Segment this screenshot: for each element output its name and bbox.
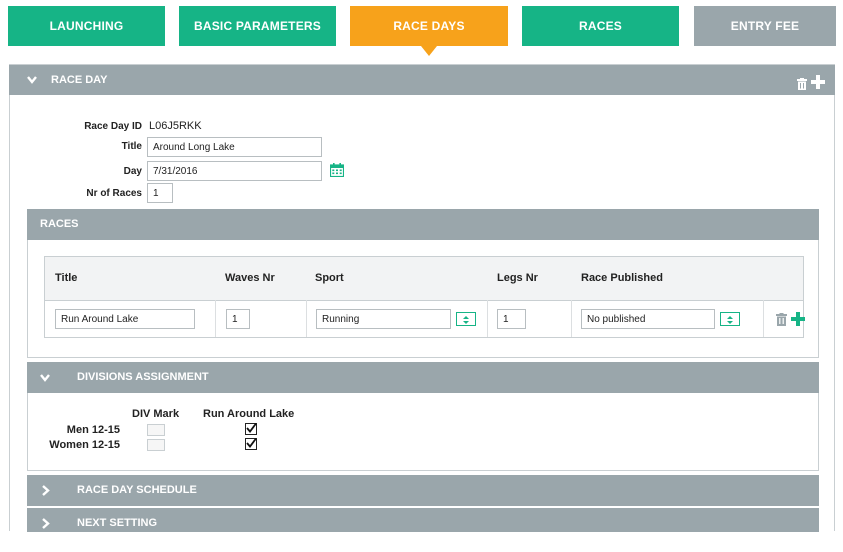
col-waves-nr: Waves Nr: [225, 272, 275, 284]
col-divider: [215, 300, 216, 337]
races-table-header: [45, 257, 803, 301]
race-title-input[interactable]: [55, 309, 195, 329]
race-assign-checkbox[interactable]: [245, 422, 257, 435]
col-legs-nr: Legs Nr: [497, 272, 538, 284]
col-sport: Sport: [315, 272, 344, 284]
calendar-icon[interactable]: [329, 163, 345, 182]
delete-race-day-icon[interactable]: [797, 72, 807, 102]
races-table: Title Waves Nr Sport Legs Nr Race Publis…: [44, 256, 805, 338]
title-input[interactable]: [147, 137, 322, 157]
day-input[interactable]: [147, 161, 322, 181]
race-day-schedule-header[interactable]: RACE DAY SCHEDULE: [27, 475, 819, 506]
tab-race-days-label: RACE DAYS: [393, 19, 465, 33]
title-label: Title: [121, 141, 142, 152]
div-mark-header: DIV Mark: [132, 408, 180, 420]
col-race-published: Race Published: [581, 272, 663, 284]
race-day-panel: RACE DAY Race Day ID L06J5RKK Title Day …: [9, 64, 835, 532]
delete-race-icon[interactable]: [776, 313, 787, 331]
race-column-header: Run Around Lake: [203, 408, 295, 420]
race-day-schedule-title: RACE DAY SCHEDULE: [77, 484, 197, 496]
div-mark-box[interactable]: [147, 439, 165, 451]
races-body: Title Waves Nr Sport Legs Nr Race Publis…: [27, 240, 819, 358]
chevron-down-icon[interactable]: [26, 65, 38, 108]
col-divider: [306, 300, 307, 337]
next-setting-header[interactable]: NEXT SETTING: [27, 508, 819, 532]
col-divider: [571, 300, 572, 337]
col-divider: [487, 300, 488, 337]
divisions-header[interactable]: DIVISIONS ASSIGNMENT: [27, 362, 819, 393]
step-tabs: LAUNCHING BASIC PARAMETERS RACE DAYS RAC…: [8, 6, 836, 56]
nr-of-races-label: Nr of Races: [86, 188, 142, 199]
sport-spinner-icon[interactable]: [456, 312, 476, 326]
races-title: RACES: [40, 218, 79, 230]
chevron-right-icon[interactable]: [39, 508, 51, 552]
race-published-select[interactable]: [581, 309, 715, 329]
add-race-icon[interactable]: [791, 312, 805, 331]
col-divider: [763, 300, 764, 337]
race-assign-checkbox[interactable]: [245, 437, 257, 450]
tab-race-days[interactable]: RACE DAYS: [350, 6, 508, 56]
add-race-day-icon[interactable]: [811, 71, 825, 101]
active-tab-pointer: [421, 46, 437, 56]
divisions-body: DIV Mark Run Around Lake Men 12-15 Women…: [27, 393, 819, 471]
tab-basic-parameters[interactable]: BASIC PARAMETERS: [179, 6, 336, 46]
sport-select[interactable]: [316, 309, 451, 329]
col-title: Title: [55, 272, 78, 284]
day-label: Day: [123, 166, 142, 177]
tab-launching[interactable]: LAUNCHING: [8, 6, 165, 46]
next-setting-title: NEXT SETTING: [77, 517, 158, 529]
divisions-title: DIVISIONS ASSIGNMENT: [77, 371, 209, 383]
race-day-id-value: L06J5RKK: [149, 120, 202, 132]
div-mark-box[interactable]: [147, 424, 165, 436]
nr-of-races-input[interactable]: [147, 183, 173, 203]
division-name: Men 12-15: [66, 424, 120, 436]
legs-nr-input[interactable]: [497, 309, 526, 329]
race-day-header[interactable]: RACE DAY: [9, 65, 835, 95]
race-day-id-label: Race Day ID: [84, 121, 142, 132]
race-day-title: RACE DAY: [51, 74, 108, 86]
races-header: RACES: [27, 209, 819, 240]
waves-nr-input[interactable]: [226, 309, 250, 329]
division-name: Women 12-15: [49, 439, 120, 451]
published-spinner-icon[interactable]: [720, 312, 740, 326]
tab-entry-fee[interactable]: ENTRY FEE: [694, 6, 836, 46]
tab-races[interactable]: RACES: [522, 6, 679, 46]
